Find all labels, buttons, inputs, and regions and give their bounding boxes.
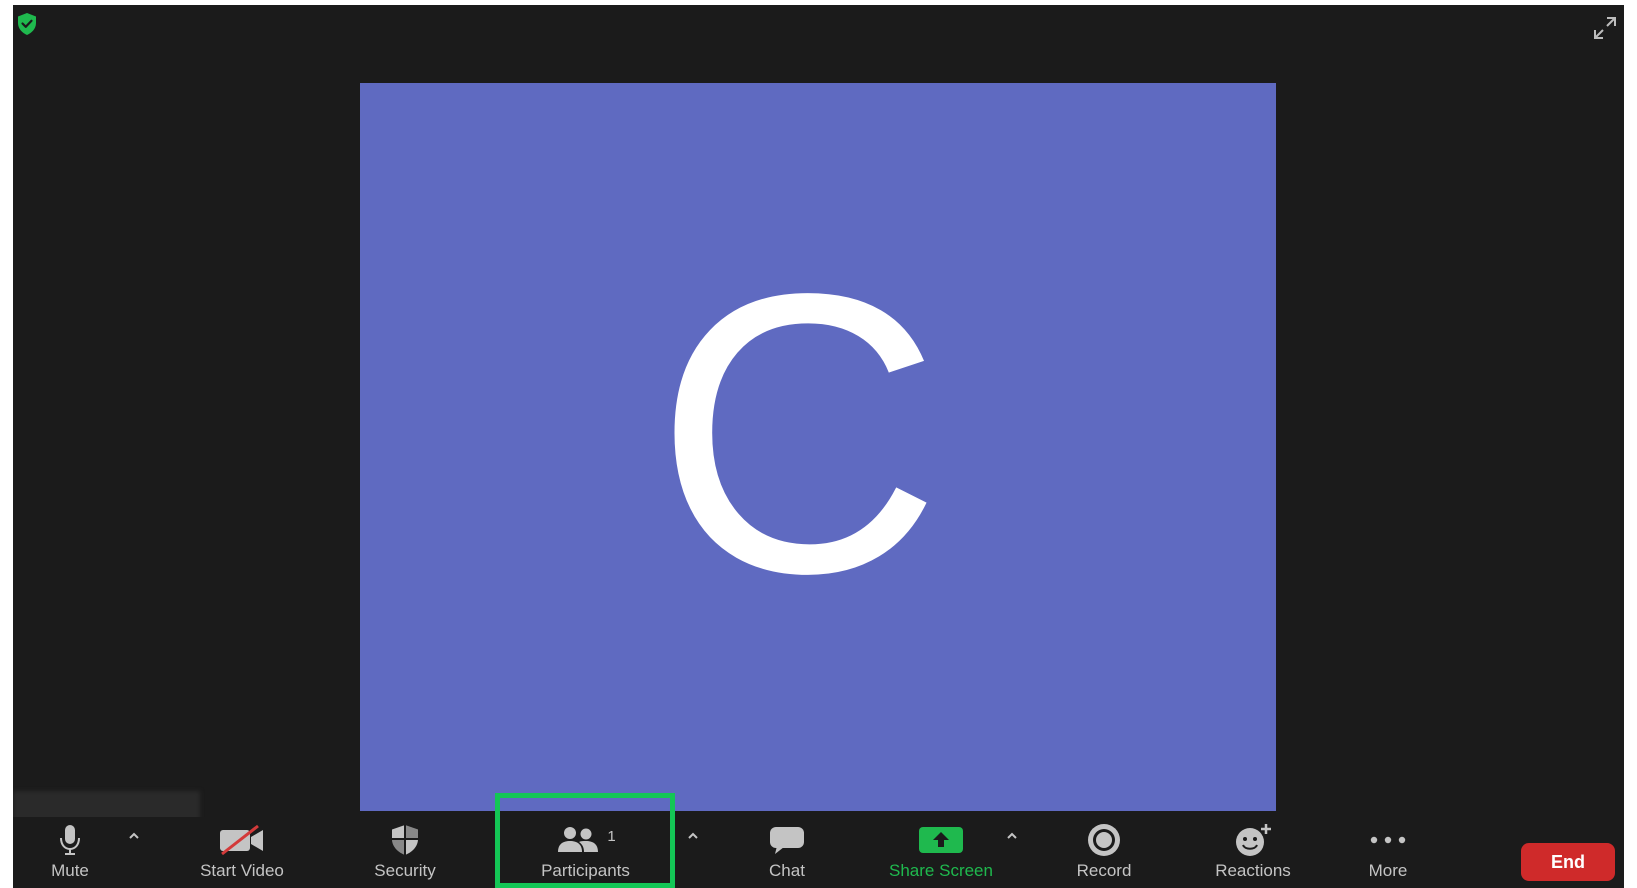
participants-icon <box>558 827 599 852</box>
more-dots-icon <box>1368 817 1408 863</box>
participants-count: 1 <box>607 827 616 845</box>
avatar-letter: C <box>654 212 942 656</box>
meeting-window: C Mute Start Video Security 1 Participan… <box>13 5 1624 888</box>
record-icon <box>1084 817 1124 863</box>
mute-label: Mute <box>51 861 89 880</box>
more-label: More <box>1368 861 1408 880</box>
emoji-plus-icon <box>1231 817 1275 863</box>
reactions-label: Reactions <box>1215 861 1291 880</box>
end-meeting-button[interactable]: End <box>1521 843 1615 881</box>
meeting-toolbar: Mute Start Video Security 1 Participants… <box>13 817 1624 888</box>
security-label: Security <box>374 861 436 880</box>
participant-video-tile[interactable]: C <box>360 83 1276 811</box>
record-button[interactable]: Record <box>1065 817 1143 888</box>
chat-label: Chat <box>769 861 805 880</box>
more-button[interactable]: More <box>1358 817 1418 888</box>
participants-button[interactable]: 1 Participants <box>523 817 648 888</box>
shield-icon <box>389 817 421 863</box>
share-options-chevron-up-icon[interactable] <box>1003 827 1021 845</box>
video-off-icon <box>218 817 266 863</box>
microphone-icon <box>57 817 83 863</box>
chat-bubble-icon <box>767 817 807 863</box>
share-screen-label: Share Screen <box>889 861 993 880</box>
start-video-label: Start Video <box>200 861 284 880</box>
security-button[interactable]: Security <box>362 817 448 888</box>
expand-arrows-icon[interactable] <box>1592 15 1618 41</box>
share-screen-icon <box>918 817 964 863</box>
record-label: Record <box>1076 861 1132 880</box>
share-screen-button[interactable]: Share Screen <box>876 817 1006 888</box>
chat-button[interactable]: Chat <box>757 817 817 888</box>
start-video-button[interactable]: Start Video <box>181 817 303 888</box>
participants-options-chevron-up-icon[interactable] <box>684 827 702 845</box>
audio-options-chevron-up-icon[interactable] <box>125 827 143 845</box>
mute-button[interactable]: Mute <box>38 817 102 888</box>
participants-icon-group: 1 <box>555 817 616 863</box>
reactions-button[interactable]: Reactions <box>1200 817 1306 888</box>
shield-check-icon[interactable] <box>16 12 38 36</box>
participants-label: Participants <box>541 861 630 880</box>
